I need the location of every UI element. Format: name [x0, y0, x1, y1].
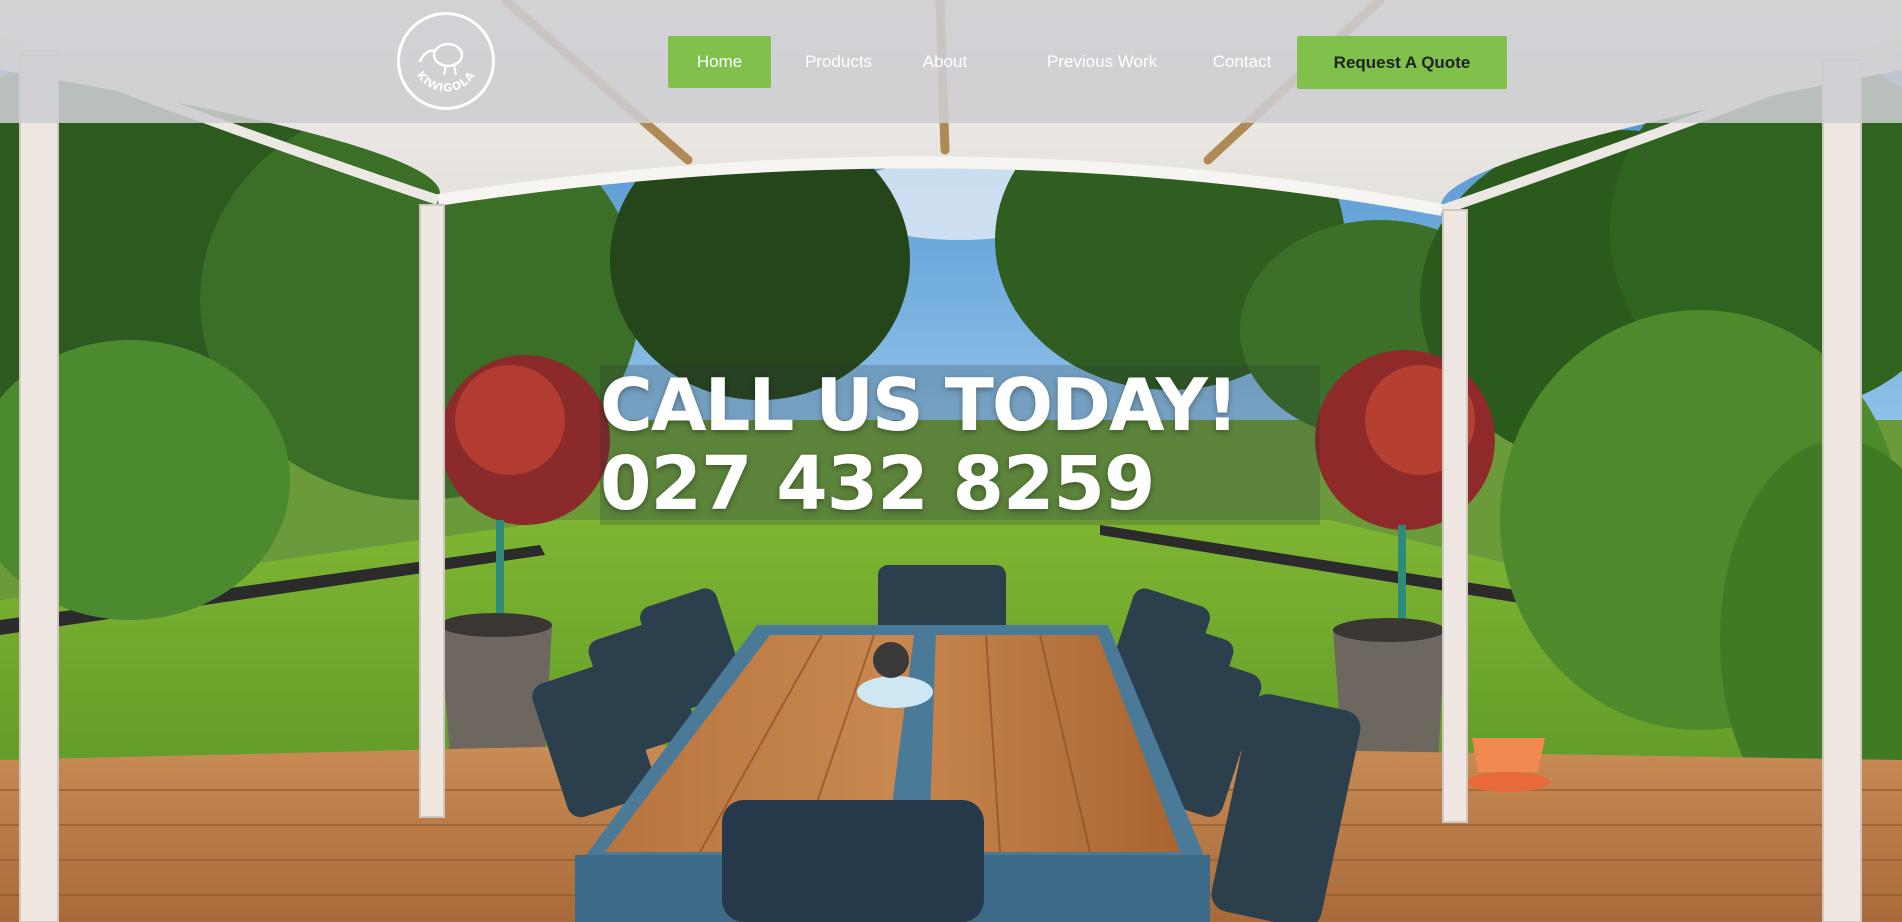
hero-section: KIWIGOLA Home Products About Previous Wo… [0, 0, 1902, 922]
nav-item-previous-work[interactable]: Previous Work [1026, 36, 1178, 88]
logo-wordmark: KIWIGOLA [414, 69, 477, 95]
hero-headline: CALL US TODAY! [600, 363, 1239, 447]
nav-item-about[interactable]: About [900, 36, 990, 88]
hero-callout: CALL US TODAY! 027 432 8259 [600, 363, 1320, 525]
site-logo[interactable]: KIWIGOLA [397, 12, 495, 110]
nav-item-home[interactable]: Home [668, 36, 771, 88]
site-header: KIWIGOLA Home Products About Previous Wo… [0, 0, 1902, 123]
nav-item-products[interactable]: Products [781, 36, 896, 88]
hero-phone-number[interactable]: 027 432 8259 [600, 445, 1237, 523]
kiwi-bird-icon: KIWIGOLA [414, 42, 478, 95]
request-quote-button[interactable]: Request A Quote [1297, 36, 1507, 89]
svg-text:KIWIGOLA: KIWIGOLA [414, 69, 478, 95]
nav-item-contact[interactable]: Contact [1192, 36, 1292, 88]
